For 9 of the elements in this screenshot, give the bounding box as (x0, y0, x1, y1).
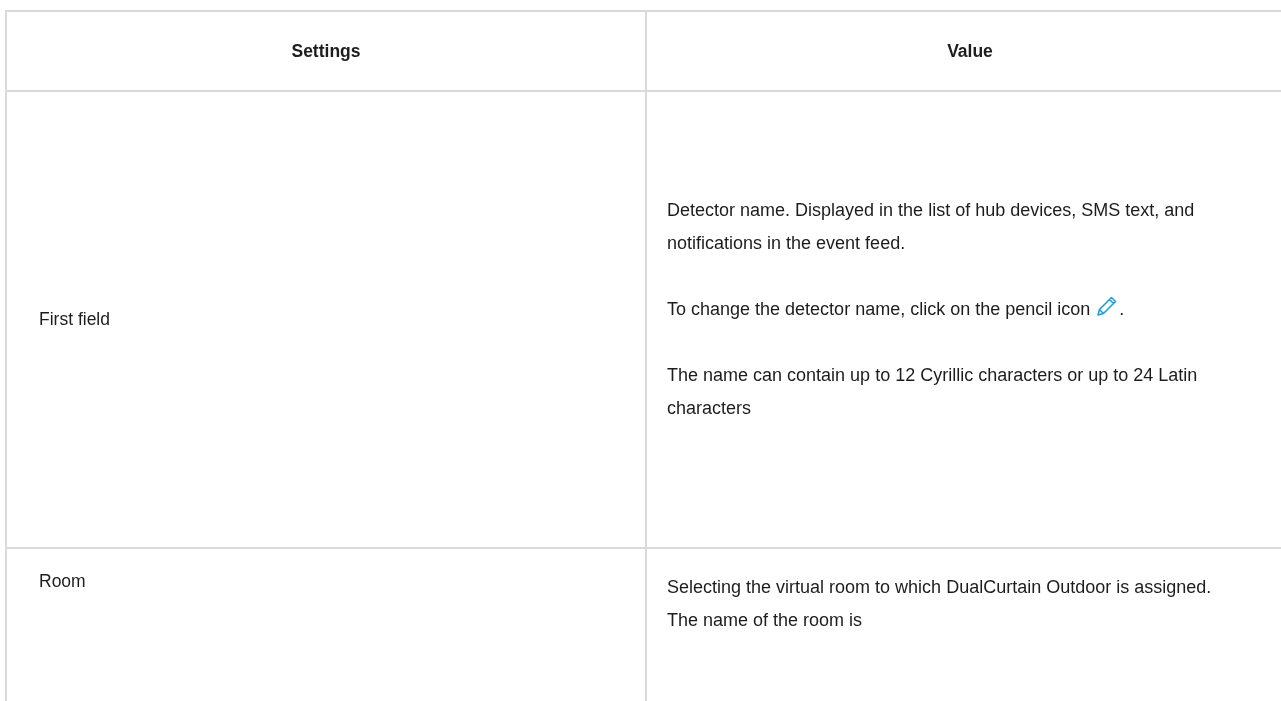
column-header: Value (646, 11, 1281, 91)
setting-name: Room (39, 571, 86, 591)
setting-name: First field (39, 309, 110, 329)
description-text: To change the detector name, click on the pencil icon (667, 299, 1091, 319)
description-text: Detector name. Displayed in the list of hub devices, SMS text, and notifications in the event feed. (667, 199, 1196, 255)
description-text: Selecting the virtual room to which DualCurtain Outdoor is assigned. The name of the room is (667, 576, 1213, 632)
description-text: The name can contain up to 12 Cyrillic characters or up to 24 Latin characters (667, 364, 1199, 420)
column-header: Settings (6, 11, 646, 91)
period-text: . (1119, 299, 1125, 319)
